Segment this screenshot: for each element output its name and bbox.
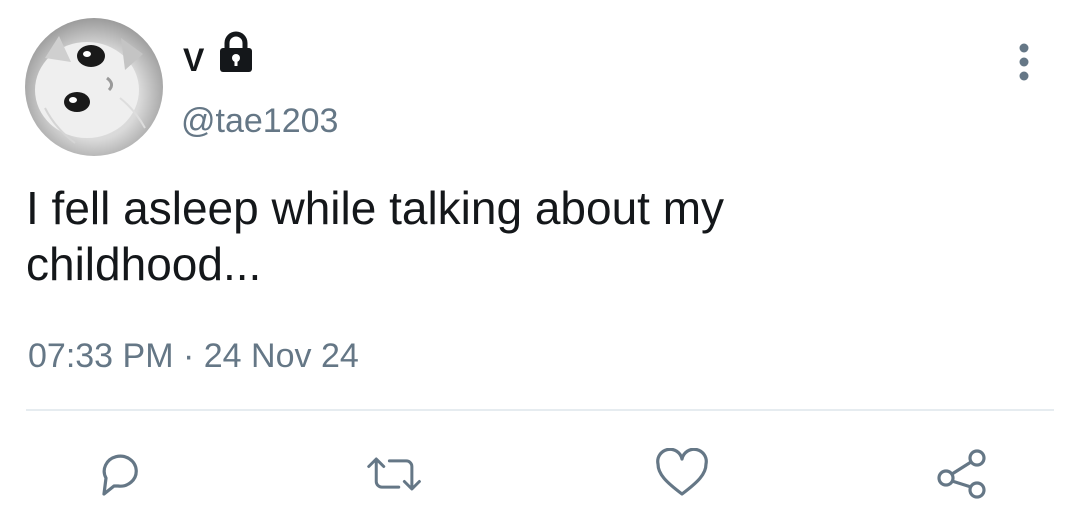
reply-button[interactable] [92,444,152,504]
share-icon [937,449,986,499]
avatar[interactable] [25,18,163,156]
cat-avatar-image [35,36,146,144]
tweet-text: I fell asleep while talking about my chi… [26,182,725,290]
lock-icon [217,30,255,74]
more-options-button[interactable] [1004,40,1044,84]
divider [26,409,1054,411]
tweet-date: 24 Nov 24 [203,337,359,375]
retweet-button[interactable] [365,444,425,504]
retweet-icon [367,457,421,491]
user-handle[interactable]: @tae1203 [181,100,338,142]
comment-icon [102,454,138,496]
heart-icon [656,448,708,496]
tweet-timestamp: 07:33 PM · 24 Nov 24 [28,335,359,377]
tweet-time: 07:33 PM [28,337,174,375]
display-name[interactable]: V [183,40,204,80]
like-button[interactable] [652,444,712,504]
more-vertical-icon [1019,43,1029,81]
timestamp-separator: · [182,337,195,375]
share-button[interactable] [932,444,992,504]
